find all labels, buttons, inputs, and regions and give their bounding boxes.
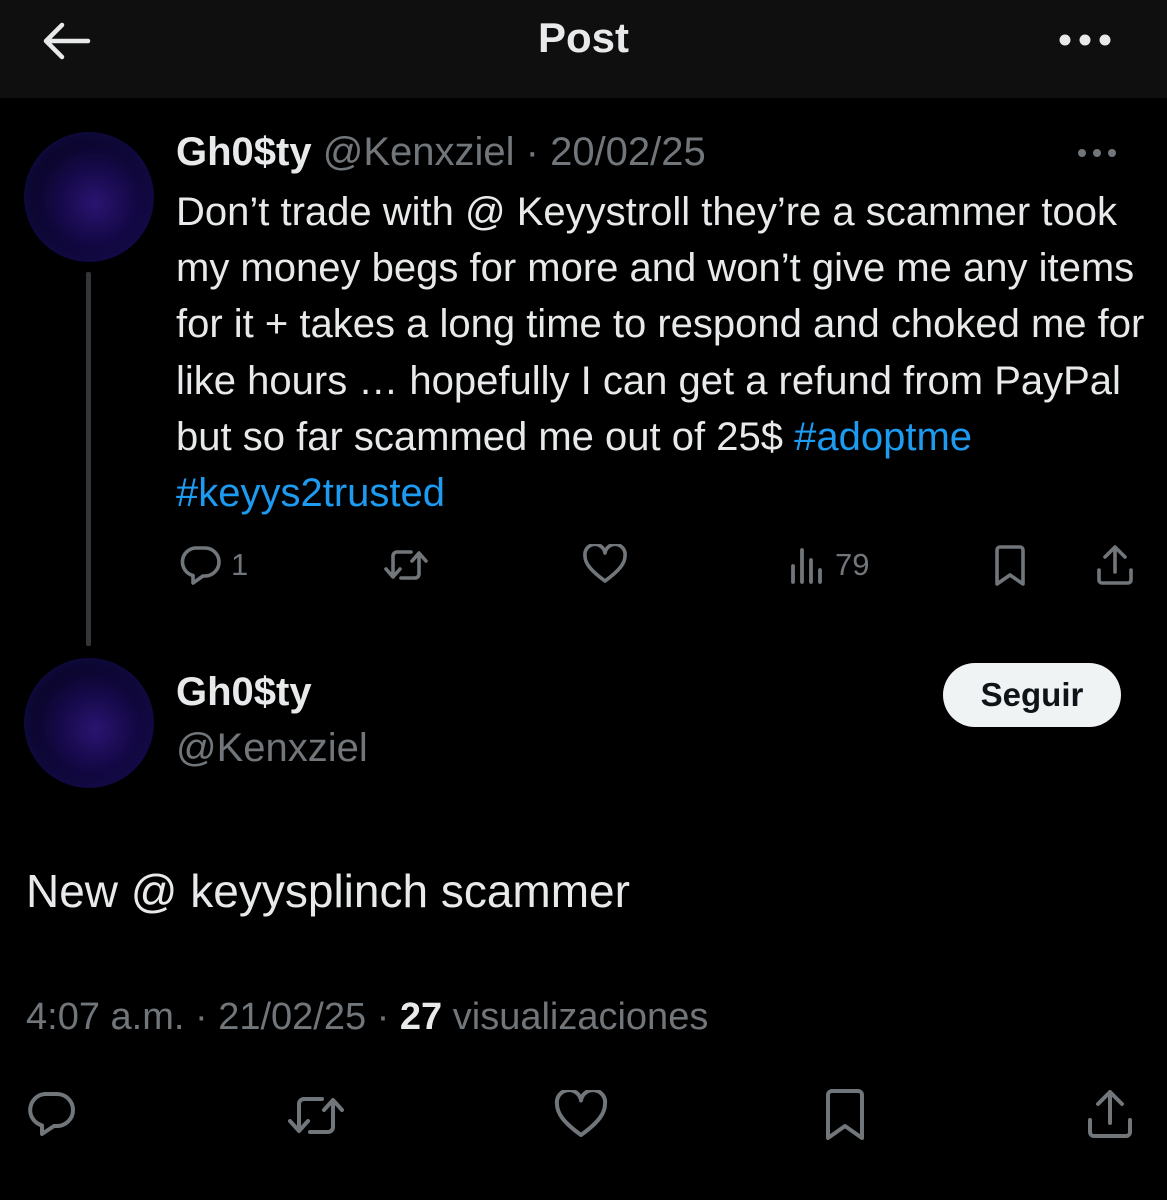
retweet-icon [384, 550, 428, 580]
heart-icon [583, 544, 627, 583]
views-button[interactable]: 79 [789, 546, 869, 584]
views-count: 27 [399, 996, 443, 1038]
share-button[interactable] [1095, 544, 1135, 586]
handle[interactable]: @Kenxziel [323, 130, 515, 174]
reply-bubble-icon [180, 546, 221, 585]
share-button[interactable] [1086, 1088, 1134, 1140]
bookmark-button[interactable] [992, 544, 1028, 588]
bar-chart-icon [791, 548, 822, 584]
thread-connector-line [86, 272, 91, 646]
more-horizontal-icon [1059, 34, 1111, 46]
tweet-date[interactable]: 20/02/25 [550, 130, 706, 174]
tweet-meta: 4:07 a.m. · 21/02/25 · 27 visualizacione… [26, 996, 708, 1039]
meta-separator: · [366, 996, 400, 1038]
retweet-icon [288, 1097, 344, 1134]
avatar[interactable] [24, 658, 154, 788]
meta-separator: · [184, 996, 219, 1038]
views-count: 79 [835, 547, 870, 582]
retweet-button[interactable] [383, 546, 429, 584]
like-button[interactable] [582, 544, 628, 584]
heart-icon [554, 1090, 608, 1137]
meta-separator: · [514, 130, 551, 174]
bookmark-icon [826, 1089, 864, 1140]
top-bar: Post [0, 0, 1167, 98]
more-horizontal-icon [1078, 149, 1116, 157]
reply-count: 1 [231, 547, 249, 582]
like-button[interactable] [553, 1090, 609, 1138]
share-icon [1088, 1090, 1132, 1138]
views-label: visualizaciones [452, 996, 709, 1038]
follow-button[interactable]: Seguir [943, 663, 1121, 727]
handle[interactable]: @Kenxziel [176, 726, 368, 771]
display-name[interactable]: Gh0$ty [176, 670, 312, 715]
tweet-date[interactable]: 21/02/25 [218, 996, 366, 1038]
more-options-button[interactable] [1055, 22, 1115, 58]
share-icon [1097, 545, 1133, 585]
retweet-button[interactable] [286, 1092, 346, 1138]
bookmark-icon [995, 545, 1025, 586]
page-title: Post [537, 14, 629, 61]
tweet-time[interactable]: 4:07 a.m. [26, 996, 184, 1038]
display-name[interactable]: Gh0$ty [176, 130, 312, 174]
reply-bubble-icon [28, 1092, 75, 1136]
hashtag-link[interactable]: #keyys2trusted [176, 471, 445, 515]
bookmark-button[interactable] [822, 1088, 868, 1142]
hashtag-link[interactable]: #adoptme [794, 415, 972, 459]
avatar[interactable] [24, 132, 154, 262]
reply-tweet-text: Don’t trade with @ Keyystroll they’re a … [176, 184, 1151, 521]
reply-tweet-header: Gh0$ty @Kenxziel · 20/02/25 [176, 128, 706, 176]
tweet-body: Don’t trade with @ Keyystroll they’re a … [176, 190, 1145, 459]
reply-button[interactable] [24, 1090, 78, 1138]
main-tweet-text: New @ keyysplinch scammer [26, 865, 630, 917]
tweet-more-button[interactable] [1067, 138, 1127, 168]
reply-button[interactable]: 1 [177, 544, 248, 586]
